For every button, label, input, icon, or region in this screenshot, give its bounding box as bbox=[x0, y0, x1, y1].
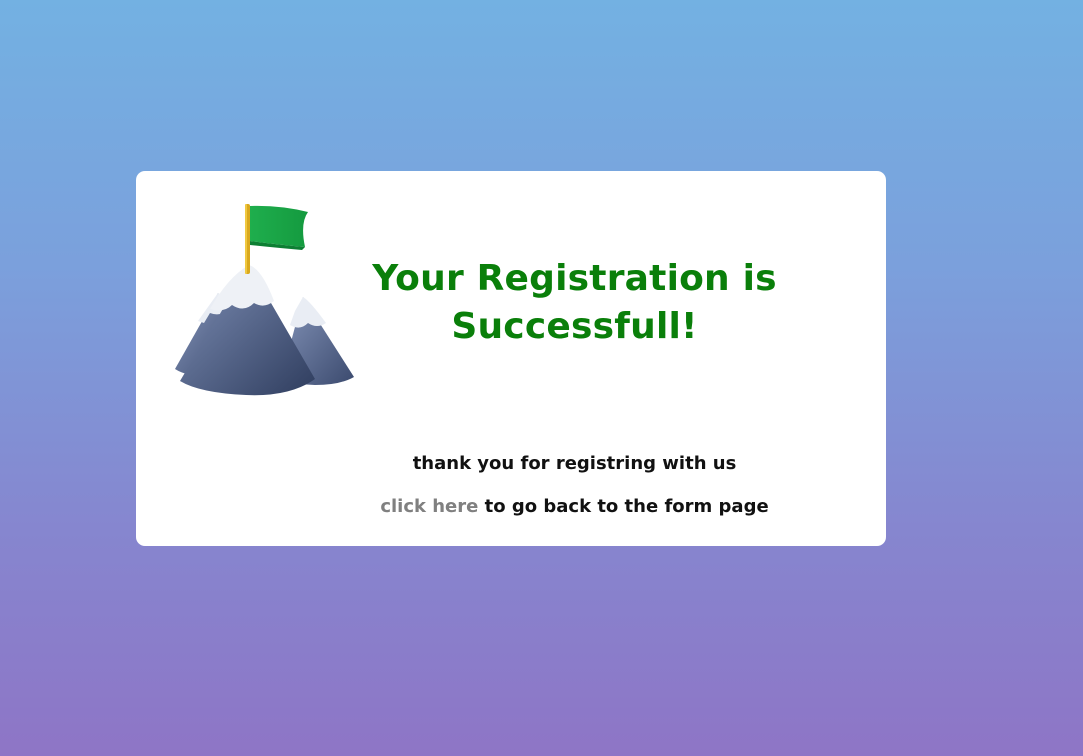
back-instruction: click here to go back to the form page bbox=[331, 496, 818, 518]
page-title: Your Registration is Successfull! bbox=[361, 255, 788, 351]
title-line-1: Your Registration is bbox=[372, 258, 777, 299]
thanks-message: thank you for registring with us bbox=[412, 453, 737, 474]
back-to-form-link[interactable]: click here bbox=[380, 496, 478, 517]
title-line-2: Successfull! bbox=[451, 306, 698, 347]
back-instruction-text: to go back to the form page bbox=[484, 496, 769, 517]
success-card: Your Registration is Successfull! thank … bbox=[136, 171, 886, 546]
mountain-flag-icon bbox=[175, 204, 354, 396]
